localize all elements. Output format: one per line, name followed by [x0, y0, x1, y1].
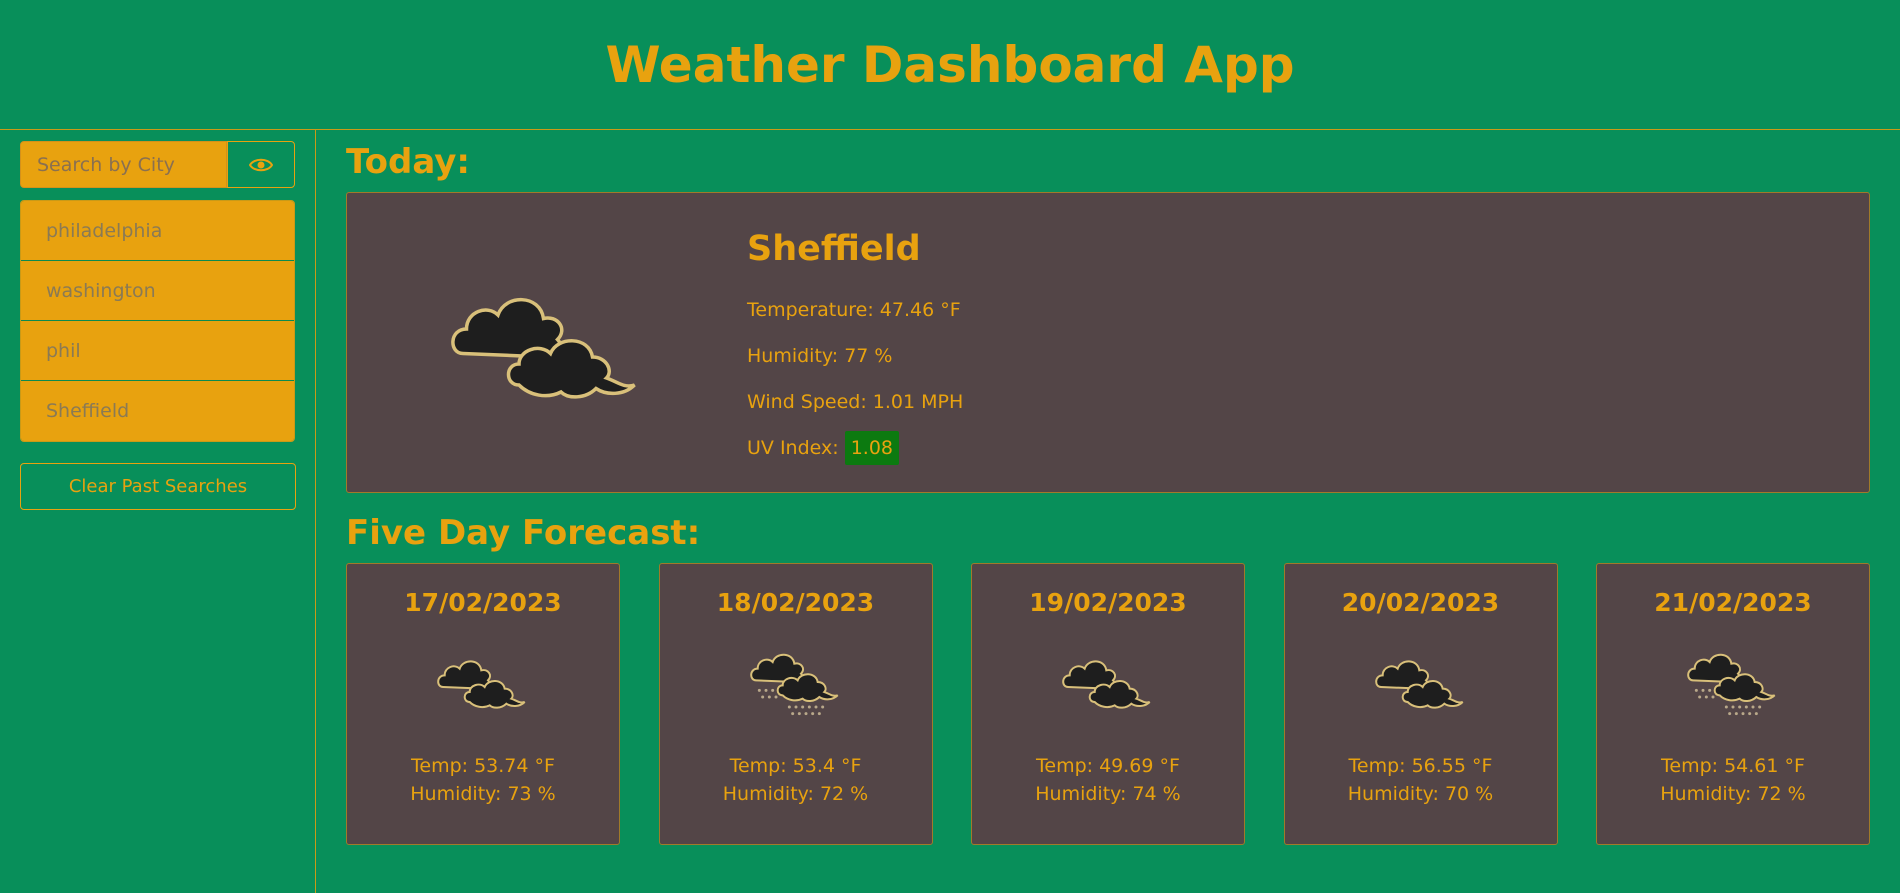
forecast-card: 17/02/2023 Temp: 53.74 °F Humidity: 73 %: [346, 563, 620, 845]
forecast-card: 18/02/2023 Temp: 53.4 °F Humidity: 72 %: [658, 563, 933, 845]
today-humidity: Humidity: 77 %: [747, 345, 893, 367]
forecast-icon-wrap: [1058, 637, 1158, 727]
today-info: Sheffield Temperature: 47.46 °F Humidity…: [747, 193, 963, 492]
clear-past-searches-button[interactable]: Clear Past Searches: [20, 463, 296, 510]
history-item-washington[interactable]: washington: [21, 261, 294, 321]
forecast-row: 17/02/2023 Temp: 53.74 °F Humidity: 73 %…: [346, 563, 1870, 845]
forecast-icon-wrap: [433, 637, 533, 727]
uv-index-badge: 1.08: [844, 431, 900, 465]
forecast-humidity: Humidity: 74 %: [1035, 783, 1181, 805]
cloud-icon: [1062, 660, 1151, 709]
today-temperature: Temperature: 47.46 °F: [747, 299, 961, 321]
forecast-heading: Five Day Forecast:: [346, 513, 701, 553]
cloud-icon: [437, 660, 526, 709]
main-content: Today: Sheffield Temperature: 47.46 °F H…: [316, 130, 1900, 893]
forecast-card: 19/02/2023 Temp: 49.69 °F Humidity: 74 %: [971, 563, 1245, 845]
cloud-rain-icon: [749, 653, 838, 716]
forecast-date: 17/02/2023: [404, 588, 562, 617]
cloud-icon: [451, 297, 636, 399]
layout: philadelphia washington phil Sheffield C…: [0, 130, 1900, 893]
eye-icon: [249, 158, 273, 171]
today-weather-icon-wrap: [347, 193, 747, 492]
forecast-date: 18/02/2023: [716, 588, 875, 617]
today-city: Sheffield: [747, 229, 921, 269]
history-item-phil[interactable]: phil: [21, 321, 294, 381]
uv-index-label: UV Index:: [747, 437, 839, 459]
forecast-temp: Temp: 49.69 °F: [1036, 755, 1180, 777]
today-wind-speed: Wind Speed: 1.01 MPH: [747, 391, 964, 413]
sidebar: philadelphia washington phil Sheffield C…: [0, 130, 316, 893]
forecast-card: 21/02/2023 Temp: 54.61 °F Humidity: 72 %: [1596, 563, 1870, 845]
forecast-temp: Temp: 54.61 °F: [1661, 755, 1805, 777]
search-row: [20, 141, 295, 188]
forecast-date: 19/02/2023: [1029, 588, 1187, 617]
history-item-sheffield[interactable]: Sheffield: [21, 381, 294, 441]
forecast-temp: Temp: 53.4 °F: [729, 755, 862, 777]
forecast-humidity: Humidity: 73 %: [410, 783, 556, 805]
search-button[interactable]: [227, 141, 295, 188]
forecast-date: 21/02/2023: [1654, 588, 1812, 617]
cloud-rain-icon: [1687, 653, 1776, 716]
history-item-philadelphia[interactable]: philadelphia: [21, 201, 294, 261]
search-input[interactable]: [20, 141, 227, 188]
search-history-list: philadelphia washington phil Sheffield: [20, 200, 295, 442]
forecast-card: 20/02/2023 Temp: 56.55 °F Humidity: 70 %: [1283, 563, 1558, 845]
forecast-date: 20/02/2023: [1341, 588, 1500, 617]
app-header: Weather Dashboard App: [0, 0, 1900, 130]
today-card: Sheffield Temperature: 47.46 °F Humidity…: [346, 192, 1870, 493]
cloud-icon: [1374, 660, 1463, 709]
app-title: Weather Dashboard App: [605, 35, 1295, 94]
today-heading: Today:: [346, 142, 471, 182]
forecast-humidity: Humidity: 70 %: [1347, 783, 1494, 805]
forecast-humidity: Humidity: 72 %: [722, 783, 869, 805]
forecast-icon-wrap: [1683, 637, 1783, 727]
forecast-humidity: Humidity: 72 %: [1660, 783, 1806, 805]
today-uv-index: UV Index: 1.08: [747, 425, 963, 471]
forecast-icon-wrap: [1371, 637, 1471, 727]
forecast-temp: Temp: 53.74 °F: [411, 755, 555, 777]
forecast-temp: Temp: 56.55 °F: [1348, 755, 1493, 777]
forecast-icon-wrap: [746, 637, 846, 727]
